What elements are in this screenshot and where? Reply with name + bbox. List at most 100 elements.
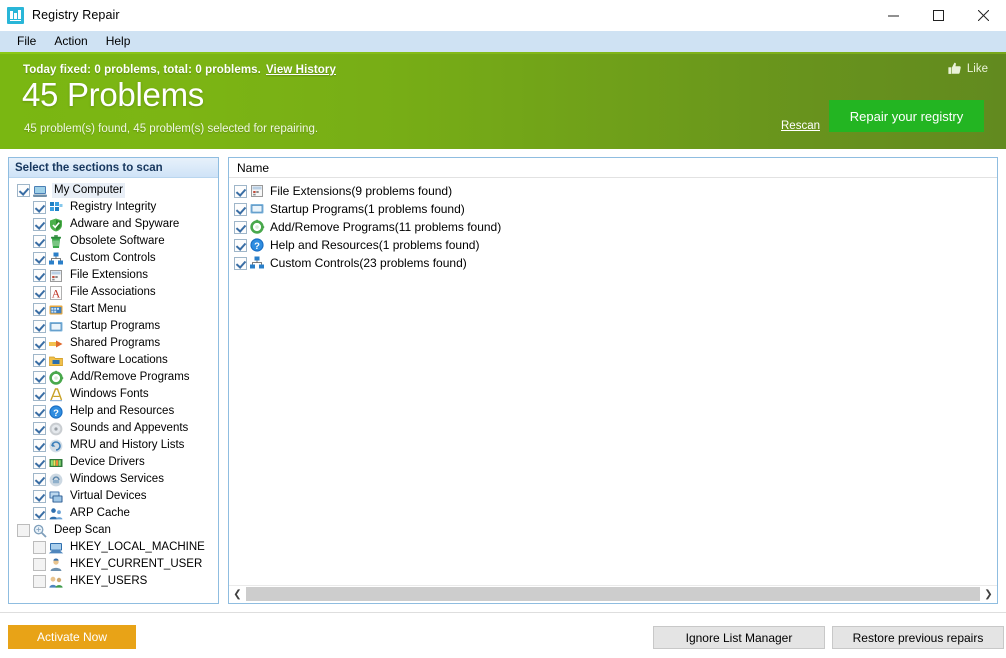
checkbox[interactable] xyxy=(234,185,247,198)
results-list[interactable]: File Extensions(9 problems found) Startup… xyxy=(229,178,997,272)
sidebar-item-label: Windows Services xyxy=(68,472,166,487)
footer-bar: Activate Now Ignore List Manager Restore… xyxy=(0,612,1006,658)
checkbox[interactable] xyxy=(33,490,46,503)
checkbox[interactable] xyxy=(17,524,30,537)
sidebar-item-shared-programs[interactable]: Shared Programs xyxy=(9,335,218,352)
results-column-header: Name xyxy=(229,158,997,178)
checkbox[interactable] xyxy=(33,354,46,367)
sidebar-item-hkey-current-user[interactable]: HKEY_CURRENT_USER xyxy=(9,556,218,573)
rescan-link[interactable]: Rescan xyxy=(781,120,820,132)
checkbox[interactable] xyxy=(17,184,30,197)
checkbox[interactable] xyxy=(33,235,46,248)
checkbox[interactable] xyxy=(33,286,46,299)
sidebar-item-software-locations[interactable]: Software Locations xyxy=(9,352,218,369)
add-remove-programs-icon xyxy=(48,370,64,386)
sidebar-item-deep-scan[interactable]: Deep Scan xyxy=(9,522,218,539)
checkbox[interactable] xyxy=(33,388,46,401)
result-row[interactable]: ?Help and Resources(1 problems found) xyxy=(229,236,997,254)
results-horizontal-scrollbar[interactable]: ❮ ❯ xyxy=(229,585,997,603)
scrollbar-track[interactable] xyxy=(246,586,980,603)
minimize-icon xyxy=(888,10,899,21)
menu-item-action[interactable]: Action xyxy=(45,32,96,51)
hkey-machine-icon xyxy=(48,540,64,556)
sidebar-item-arp-cache[interactable]: ARP Cache xyxy=(9,505,218,522)
checkbox[interactable] xyxy=(33,507,46,520)
sidebar-item-file-associations[interactable]: AFile Associations xyxy=(9,284,218,301)
sections-panel-title: Select the sections to scan xyxy=(9,158,218,178)
checkbox[interactable] xyxy=(33,320,46,333)
menu-item-file[interactable]: File xyxy=(8,32,45,51)
checkbox[interactable] xyxy=(33,218,46,231)
software-locations-icon xyxy=(48,353,64,369)
sidebar-item-label: Windows Fonts xyxy=(68,387,151,402)
menu-item-help[interactable]: Help xyxy=(97,32,140,51)
sidebar-item-help-and-resources[interactable]: ?Help and Resources xyxy=(9,403,218,420)
checkbox[interactable] xyxy=(33,269,46,282)
checkbox[interactable] xyxy=(33,558,46,571)
view-history-link[interactable]: View History xyxy=(266,64,336,76)
sidebar-item-label: File Extensions xyxy=(68,268,150,283)
sidebar-item-device-drivers[interactable]: Device Drivers xyxy=(9,454,218,471)
sidebar-item-my-computer[interactable]: My Computer xyxy=(9,182,218,199)
checkbox[interactable] xyxy=(33,252,46,265)
scroll-left-arrow-icon[interactable]: ❮ xyxy=(229,586,246,603)
sidebar-item-file-extensions[interactable]: File Extensions xyxy=(9,267,218,284)
checkbox[interactable] xyxy=(33,456,46,469)
checkbox[interactable] xyxy=(33,303,46,316)
sidebar-item-adware-and-spyware[interactable]: Adware and Spyware xyxy=(9,216,218,233)
checkbox[interactable] xyxy=(33,405,46,418)
checkbox[interactable] xyxy=(33,439,46,452)
thumbs-up-icon xyxy=(948,62,962,75)
result-row[interactable]: Startup Programs(1 problems found) xyxy=(229,200,997,218)
result-row-label: Startup Programs(1 problems found) xyxy=(270,202,465,216)
checkbox[interactable] xyxy=(33,371,46,384)
repair-registry-button[interactable]: Repair your registry xyxy=(829,100,984,132)
scroll-right-arrow-icon[interactable]: ❯ xyxy=(980,586,997,603)
sidebar-item-windows-services[interactable]: Windows Services xyxy=(9,471,218,488)
close-button[interactable] xyxy=(961,0,1006,30)
problem-summary-text: 45 problem(s) found, 45 problem(s) selec… xyxy=(24,123,318,135)
sidebar-item-startup-programs[interactable]: Startup Programs xyxy=(9,318,218,335)
checkbox[interactable] xyxy=(33,422,46,435)
registry-integrity-icon xyxy=(48,200,64,216)
checkbox[interactable] xyxy=(234,203,247,216)
checkbox[interactable] xyxy=(33,575,46,588)
sidebar-item-add-remove-programs[interactable]: Add/Remove Programs xyxy=(9,369,218,386)
result-row[interactable]: File Extensions(9 problems found) xyxy=(229,182,997,200)
sidebar-item-custom-controls[interactable]: Custom Controls xyxy=(9,250,218,267)
result-row[interactable]: Add/Remove Programs(11 problems found) xyxy=(229,218,997,236)
activate-now-button[interactable]: Activate Now xyxy=(8,625,136,649)
checkbox[interactable] xyxy=(234,221,247,234)
add-remove-programs-icon xyxy=(249,219,265,235)
sidebar-item-mru-and-history-lists[interactable]: MRU and History Lists xyxy=(9,437,218,454)
close-icon xyxy=(978,10,989,21)
sidebar-item-virtual-devices[interactable]: Virtual Devices xyxy=(9,488,218,505)
checkbox[interactable] xyxy=(234,239,247,252)
sidebar-item-label: MRU and History Lists xyxy=(68,438,186,453)
sidebar-item-sounds-and-appevents[interactable]: Sounds and Appevents xyxy=(9,420,218,437)
sidebar-item-obsolete-software[interactable]: Obsolete Software xyxy=(9,233,218,250)
checkbox[interactable] xyxy=(33,337,46,350)
checkbox[interactable] xyxy=(33,201,46,214)
scrollbar-thumb[interactable] xyxy=(246,587,980,601)
sounds-icon xyxy=(48,421,64,437)
sidebar-item-start-menu[interactable]: Start Menu xyxy=(9,301,218,318)
sidebar-item-hkey-local-machine[interactable]: HKEY_LOCAL_MACHINE xyxy=(9,539,218,556)
result-row[interactable]: Custom Controls(23 problems found) xyxy=(229,254,997,272)
minimize-button[interactable] xyxy=(871,0,916,30)
ignore-list-manager-button[interactable]: Ignore List Manager xyxy=(653,626,825,649)
windows-fonts-icon xyxy=(48,387,64,403)
restore-previous-repairs-button[interactable]: Restore previous repairs xyxy=(832,626,1004,649)
sidebar-item-hkey-users[interactable]: HKEY_USERS xyxy=(9,573,218,590)
checkbox[interactable] xyxy=(234,257,247,270)
sidebar-item-windows-fonts[interactable]: Windows Fonts xyxy=(9,386,218,403)
svg-text:?: ? xyxy=(53,408,59,419)
sidebar-item-label: Startup Programs xyxy=(68,319,162,334)
sections-tree[interactable]: My ComputerRegistry IntegrityAdware and … xyxy=(9,178,218,590)
shield-icon xyxy=(48,217,64,233)
sidebar-item-registry-integrity[interactable]: Registry Integrity xyxy=(9,199,218,216)
like-button[interactable]: Like xyxy=(948,62,988,75)
maximize-button[interactable] xyxy=(916,0,961,30)
checkbox[interactable] xyxy=(33,473,46,486)
checkbox[interactable] xyxy=(33,541,46,554)
